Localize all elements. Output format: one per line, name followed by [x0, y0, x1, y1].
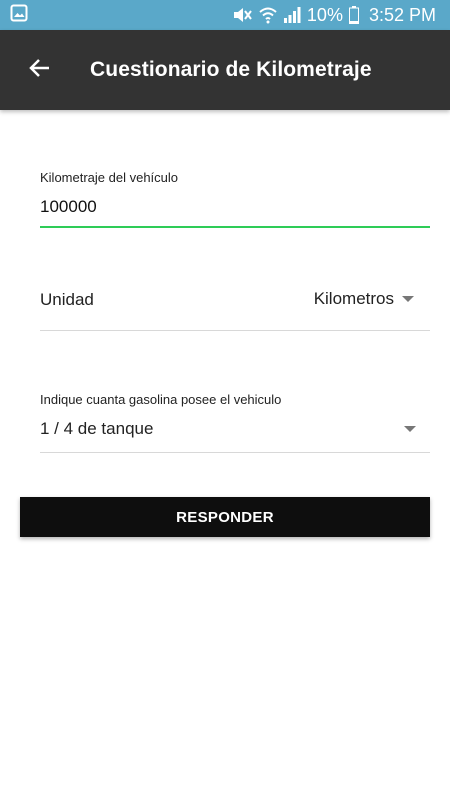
page-title: Cuestionario de Kilometraje — [90, 58, 372, 81]
fuel-selected-value: 1 / 4 de tanque — [40, 419, 154, 438]
unit-label: Unidad — [40, 290, 94, 309]
battery-percent: 10% — [306, 4, 343, 25]
image-icon — [10, 4, 28, 27]
clock: 3:52 PM — [368, 4, 436, 25]
unit-selected-value: Kilometros — [313, 289, 394, 308]
mileage-input[interactable]: 100000 — [40, 197, 97, 217]
fuel-label: Indique cuanta gasolina posee el vehicul… — [40, 392, 282, 407]
unit-dropdown[interactable]: Kilometros — [314, 289, 414, 309]
chevron-down-icon — [402, 296, 414, 302]
respond-button[interactable]: RESPONDER — [20, 497, 430, 537]
back-button[interactable] — [28, 58, 52, 82]
signal-icon — [283, 6, 301, 24]
chevron-down-icon — [404, 426, 416, 432]
mute-icon — [231, 6, 253, 24]
battery-icon — [348, 6, 359, 24]
fuel-underline — [40, 452, 430, 453]
fuel-dropdown[interactable]: 1 / 4 de tanque — [40, 414, 416, 444]
mileage-underline — [40, 226, 430, 228]
mileage-label: Kilometraje del vehículo — [40, 170, 179, 185]
app-bar: Cuestionario de Kilometraje — [0, 30, 450, 110]
wifi-icon — [259, 6, 277, 24]
unit-underline — [40, 330, 430, 331]
arrow-left-icon[interactable] — [29, 57, 51, 84]
status-bar: 10% 3:52 PM — [0, 0, 450, 30]
